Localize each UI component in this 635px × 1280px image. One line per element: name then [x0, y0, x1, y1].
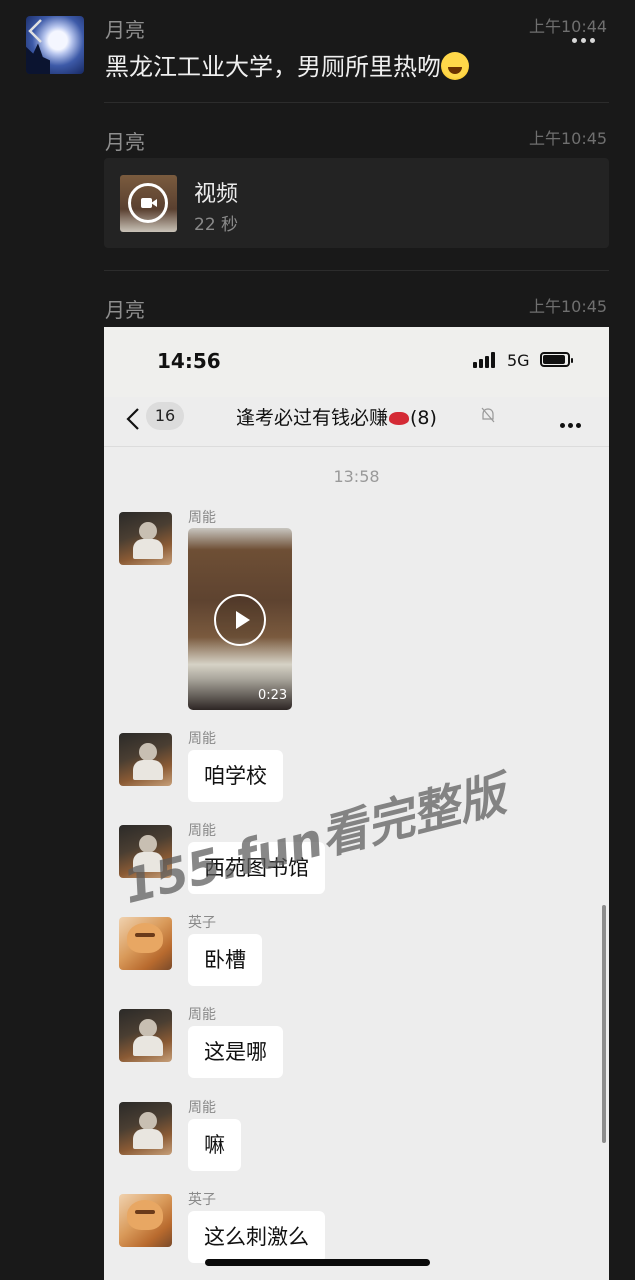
mute-bell-icon	[481, 407, 495, 423]
chat-nav-bar: 16 逢考必过有钱必赚 (8)	[104, 397, 609, 447]
sender-name: 月亮	[105, 18, 145, 42]
chat-timestamp: 13:58	[333, 467, 380, 486]
video-card-duration: 22 秒	[194, 215, 239, 235]
video-card-title: 视频	[194, 182, 239, 207]
message-text-content: 黑龙江工业大学，男厕所里热吻	[105, 53, 441, 81]
status-time: 14:56	[157, 349, 221, 373]
more-options-icon[interactable]	[560, 413, 588, 428]
sender-name: 月亮	[105, 130, 145, 154]
video-message-card[interactable]: 视频 22 秒	[104, 158, 609, 248]
message-time: 上午10:44	[529, 17, 608, 36]
video-message[interactable]: 0:23	[188, 528, 292, 710]
back-arrow-icon[interactable]	[26, 18, 44, 44]
sender-name: 月亮	[105, 298, 145, 322]
message-time: 上午10:45	[529, 297, 608, 316]
sender-name: 周能	[188, 510, 216, 526]
unread-count-badge[interactable]: 16	[146, 402, 184, 430]
avatar[interactable]	[119, 1102, 172, 1155]
phone-status-bar: 14:56 5G	[104, 327, 609, 397]
message-bubble[interactable]: 嘛	[188, 1119, 241, 1171]
divider	[104, 102, 609, 103]
group-title-text: 逢考必过有钱必赚	[236, 407, 389, 429]
video-thumbnail	[120, 175, 177, 232]
message-bubble[interactable]: 这是哪	[188, 1026, 283, 1078]
sender-name: 周能	[188, 731, 216, 747]
sender-name: 周能	[188, 1100, 216, 1116]
sender-name: 英子	[188, 1192, 216, 1208]
sender-name: 英子	[188, 915, 216, 931]
scrollbar[interactable]	[602, 905, 606, 1143]
avatar[interactable]	[119, 1009, 172, 1062]
group-member-count: (8)	[410, 407, 437, 429]
divider	[104, 270, 609, 271]
video-duration: 0:23	[258, 688, 288, 703]
avatar[interactable]	[119, 512, 172, 565]
message-bubble[interactable]: 卧槽	[188, 934, 262, 986]
group-title: 逢考必过有钱必赚 (8)	[236, 403, 437, 430]
message-bubble[interactable]: 这么刺激么	[188, 1211, 325, 1263]
avatar[interactable]	[119, 733, 172, 786]
home-indicator[interactable]	[205, 1259, 430, 1266]
message-time: 上午10:45	[529, 129, 608, 148]
message-text: 黑龙江工业大学，男厕所里热吻	[105, 47, 469, 82]
battery-icon	[540, 352, 573, 367]
message-bubble[interactable]: 咱学校	[188, 750, 283, 802]
kiss-mark-emoji-icon	[389, 412, 410, 425]
chevron-left-icon[interactable]	[124, 407, 142, 431]
avatar[interactable]	[119, 917, 172, 970]
network-label: 5G	[507, 351, 530, 370]
play-icon[interactable]	[214, 594, 266, 646]
avatar[interactable]	[119, 1194, 172, 1247]
signal-icon	[473, 352, 497, 368]
sender-name: 周能	[188, 1007, 216, 1023]
laughing-emoji-icon	[441, 52, 469, 80]
